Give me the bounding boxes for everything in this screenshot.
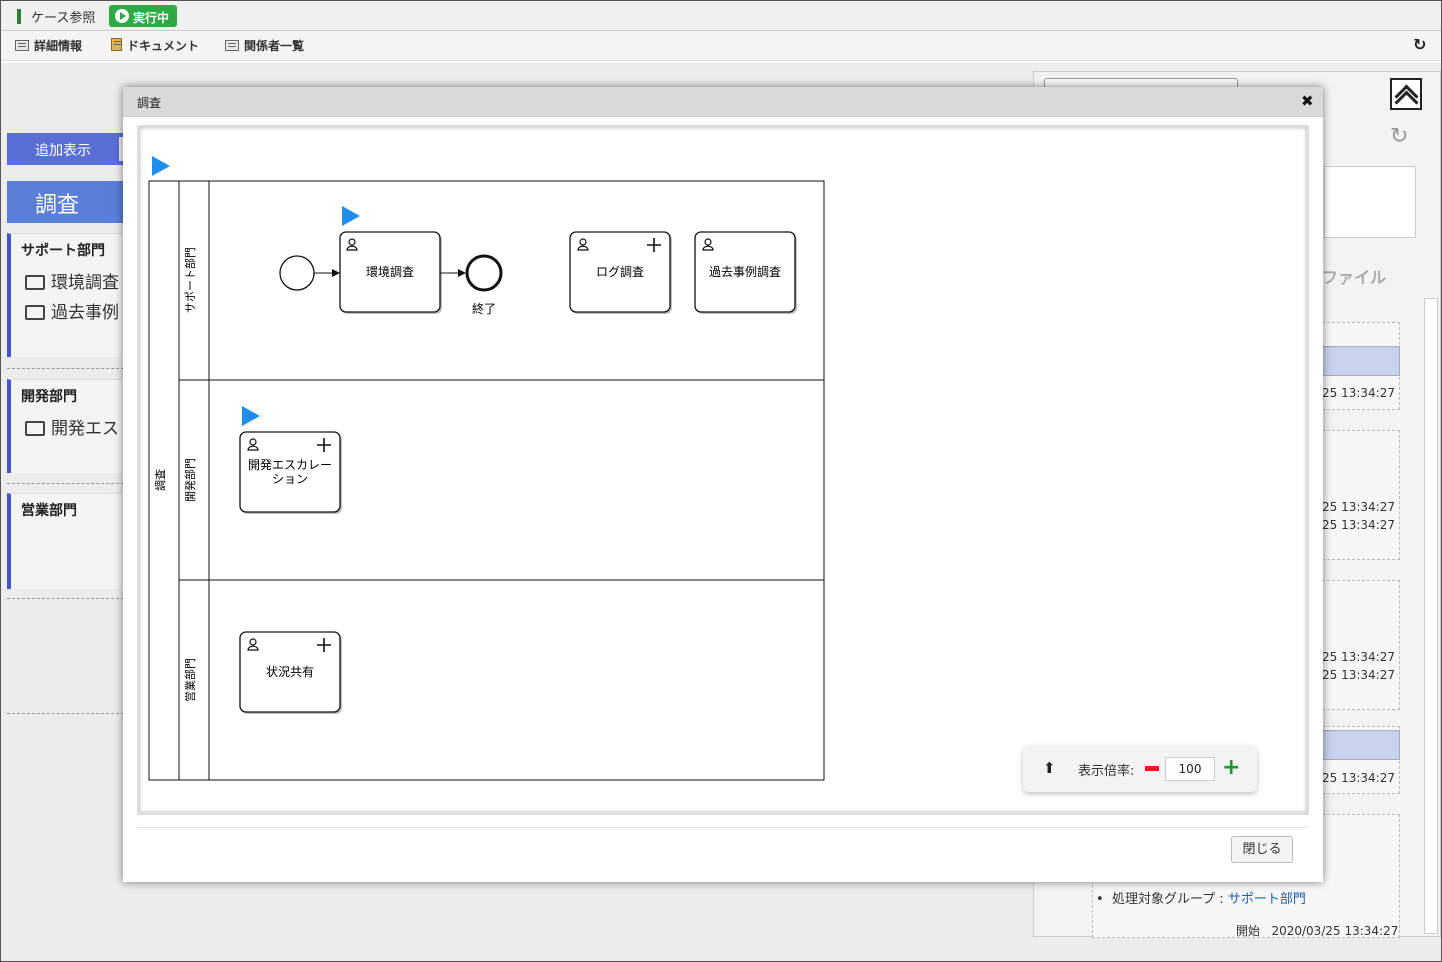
history-header (1312, 730, 1400, 760)
process-group-item: • 処理対象グループ : サポート部門 (1096, 892, 1306, 907)
task-link-past[interactable]: 過去事例 (25, 298, 119, 323)
lane-card-title: 営業部門 (21, 503, 77, 519)
task-share[interactable]: 状況共有 (239, 631, 342, 714)
task-dev-escalation[interactable]: 開発エスカレー ション (239, 431, 342, 514)
left-pane: 追加表示 調査 サポート部門 環境調査 過去事例 開発部門 開発エス 営業部門 (1, 63, 129, 961)
zoom-input[interactable]: 100 (1165, 757, 1215, 781)
refresh-icon[interactable]: ↻ (1413, 35, 1426, 54)
timestamp: 25 13:34:27 (1322, 771, 1395, 785)
task-link-env[interactable]: 環境調査 (25, 268, 119, 293)
timestamp: 25 13:34:27 (1322, 668, 1395, 682)
zoom-control: ⬆ 表示倍率: 100 + (1023, 746, 1257, 792)
divider (7, 713, 129, 714)
task-past[interactable]: 過去事例調査 (694, 231, 797, 314)
timestamp: 25 13:34:27 (1322, 650, 1395, 664)
close-icon[interactable]: ✖ (1301, 92, 1314, 110)
zoom-in-icon[interactable]: + (1222, 755, 1240, 780)
play-icon (115, 9, 129, 23)
lane-card-title: 開発部門 (21, 389, 77, 405)
task-label: 過去事例調査 (709, 265, 781, 279)
lane-label-sales: 営業部門 (183, 658, 197, 702)
start-time: 開始 2020/03/25 13:34:27 (1236, 924, 1399, 938)
task-label: ション (272, 472, 308, 486)
dialog-divider (137, 827, 1309, 828)
start-event[interactable] (279, 255, 315, 291)
add-display-button[interactable]: 追加表示 (7, 133, 129, 165)
scrollbar[interactable] (1424, 298, 1438, 934)
lane-label-support: サポート部門 (183, 247, 197, 313)
status-label: 実行中 (133, 11, 170, 25)
timestamp: 25 13:34:27 (1322, 518, 1395, 532)
task-label: 開発エスカレー (248, 458, 332, 472)
participants-tab[interactable]: 関係者一覧 (225, 37, 304, 54)
task-label: 環境調査 (366, 264, 414, 279)
divider (7, 483, 129, 484)
document-icon (111, 38, 122, 51)
status-badge: 実行中 (109, 5, 177, 27)
home-icon[interactable]: ⬆ (1043, 759, 1056, 777)
lane-label-dev: 開発部門 (183, 458, 197, 502)
end-event[interactable] (465, 254, 503, 292)
divider (7, 598, 129, 599)
list-icon (15, 40, 29, 51)
task-icon (25, 305, 45, 320)
file-tab[interactable]: ファイル (1322, 264, 1386, 288)
toolbar: 詳細情報 ドキュメント 関係者一覧 ↻ (1, 31, 1441, 61)
list-icon (225, 40, 239, 51)
divider (7, 368, 129, 369)
diagram-canvas[interactable]: 調査 サポート部門 開発部門 営業部門 環境調査 終了 ログ調査 過去事例調査 … (137, 125, 1309, 815)
bpmn-diagram: 調査 サポート部門 開発部門 営業部門 環境調査 終了 ログ調査 過去事例調査 … (148, 156, 825, 781)
details-tab[interactable]: 詳細情報 (15, 37, 82, 54)
timestamp: 25 13:34:27 (1322, 386, 1395, 400)
close-button[interactable]: 閉じる (1231, 836, 1293, 863)
comment-textarea[interactable] (1324, 166, 1416, 238)
case-view-window: ケース参照 実行中 詳細情報 ドキュメント 関係者一覧 ↻ 追加表示 調査 サポ… (0, 0, 1442, 962)
lane-card-sales: 営業部門 (7, 493, 127, 589)
task-label: 状況共有 (266, 664, 314, 679)
end-event-label: 終了 (472, 301, 496, 316)
task-log[interactable]: ログ調査 (569, 231, 672, 314)
lane-card-support: サポート部門 環境調査 過去事例 (7, 233, 127, 357)
zoom-label: 表示倍率: (1078, 764, 1135, 779)
zoom-out-icon[interactable] (1145, 766, 1159, 771)
process-diagram-dialog: 調査 ✖ 調査 サポート部門 開発部門 営業部門 環境調査 終了 ログ調査 過去… (123, 87, 1323, 882)
refresh-icon[interactable]: ↻ (1390, 124, 1408, 149)
current-marker-icon (152, 156, 170, 176)
lane-card-title: サポート部門 (21, 243, 105, 259)
collapse-icon[interactable] (1390, 78, 1422, 110)
title-bar: ケース参照 実行中 (1, 1, 1441, 31)
task-icon (25, 421, 45, 436)
task-link-dev[interactable]: 開発エス (25, 414, 119, 439)
process-group-link[interactable]: サポート部門 (1228, 892, 1306, 907)
task-icon (25, 275, 45, 290)
task-env[interactable]: 環境調査 (339, 231, 442, 314)
title-marker-icon (17, 9, 21, 24)
documents-tab[interactable]: ドキュメント (111, 37, 199, 54)
task-label: ログ調査 (596, 265, 644, 279)
lane-card-dev: 開発部門 開発エス (7, 379, 127, 473)
dialog-title: 調査 (137, 96, 162, 110)
pool-label: 調査 (153, 469, 167, 491)
history-header (1312, 346, 1400, 376)
dialog-header: 調査 ✖ (123, 87, 1323, 117)
timestamp: 25 13:34:27 (1322, 500, 1395, 514)
case-title: 調査 (7, 181, 127, 223)
page-title: ケース参照 (31, 11, 96, 26)
